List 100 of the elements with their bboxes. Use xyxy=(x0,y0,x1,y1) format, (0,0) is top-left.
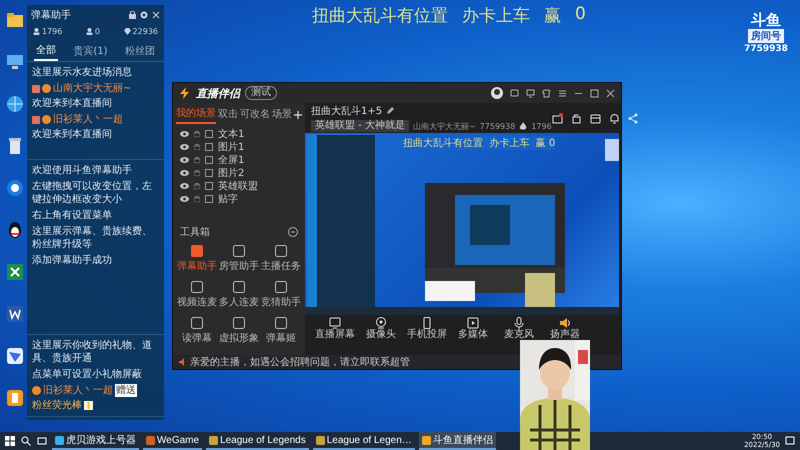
category-tag[interactable]: 英雄联盟 - 大神就是 xyxy=(311,120,409,132)
stream-subtitle: 办卡上车 xyxy=(462,5,530,27)
scene-tab[interactable]: 可改名 xyxy=(240,107,270,123)
tool-button[interactable]: 主播任务 xyxy=(260,243,302,275)
tool-button[interactable]: 读弹幕 xyxy=(176,315,218,347)
control-button[interactable]: 麦克风 xyxy=(497,317,541,340)
settings-icon[interactable] xyxy=(140,11,148,19)
taskbar-item[interactable]: League of Legen… xyxy=(312,432,415,450)
count: 22936 xyxy=(132,27,158,36)
eye-icon[interactable] xyxy=(180,156,189,162)
person-icon xyxy=(33,28,40,35)
source-item[interactable]: 图片1 xyxy=(218,140,244,154)
notice-text: 亲爱的主播，如遇公会招聘问题，请立即联系超管 xyxy=(190,356,410,369)
taskbar-item[interactable]: 虎贝游戏上号器 xyxy=(52,432,139,450)
square-icon xyxy=(191,245,203,257)
taskbar-item[interactable]: WeGame xyxy=(143,432,202,450)
streamer-name: 山南大宇大无丽~ xyxy=(412,120,476,132)
shirt-icon[interactable] xyxy=(542,88,551,98)
close-icon[interactable] xyxy=(606,88,615,98)
square-icon xyxy=(233,245,245,257)
square-icon xyxy=(275,281,287,293)
minus-circle-icon[interactable] xyxy=(288,227,298,237)
tab[interactable]: 全部 xyxy=(34,41,58,61)
task-view-icon[interactable] xyxy=(37,436,47,446)
eye-icon[interactable] xyxy=(180,170,189,176)
logo-text: 斗鱼 xyxy=(751,12,781,29)
eye-icon[interactable] xyxy=(180,196,189,202)
app-icon xyxy=(55,436,64,444)
count: 0 xyxy=(94,27,100,36)
source-item[interactable]: 英雄联盟 xyxy=(218,178,258,192)
eye-icon[interactable] xyxy=(180,144,189,150)
tool-button[interactable]: 虚拟形象 xyxy=(218,315,260,347)
close-icon[interactable] xyxy=(152,11,160,19)
message-text: 这里展示你收到的礼物、道具、贵族开通 xyxy=(32,339,153,365)
message-text: 添加弹幕助手成功 xyxy=(32,254,113,267)
message-text: 欢迎来到本直播间 xyxy=(32,128,112,141)
folder-icon xyxy=(5,10,25,30)
tool-button[interactable]: 弹幕助手 xyxy=(176,243,218,275)
message-text: 点菜单可设置小礼物屏蔽 xyxy=(32,368,143,381)
computer-icon xyxy=(5,52,25,72)
search-icon[interactable] xyxy=(21,436,31,446)
tool-button[interactable]: 弹幕姬 xyxy=(260,315,302,347)
source-item[interactable]: 图片2 xyxy=(218,166,244,180)
eye-icon[interactable] xyxy=(180,182,189,188)
gift-icon xyxy=(84,401,93,410)
bell-icon[interactable] xyxy=(608,112,620,124)
scene-tab[interactable]: 场景 xyxy=(272,107,292,123)
square-icon xyxy=(275,245,287,257)
windows-icon[interactable] xyxy=(5,436,15,446)
scene-tab[interactable]: 我的场景 xyxy=(176,106,216,124)
square-icon xyxy=(275,317,287,329)
mode-button[interactable]: 测试 xyxy=(245,86,277,100)
scene-tab[interactable]: 双击 xyxy=(218,107,238,123)
maximize-icon[interactable] xyxy=(590,88,599,98)
message-text: 右上角有设置菜单 xyxy=(32,209,113,222)
source-item[interactable]: 贴字 xyxy=(218,192,238,206)
avatar-icon[interactable] xyxy=(491,87,503,99)
control-button[interactable]: 扬声器 xyxy=(543,317,587,340)
source-item[interactable]: 文本1 xyxy=(218,126,244,140)
preview-title: 扭曲大乱斗有位置 办卡上车 赢 0 xyxy=(403,136,556,150)
lock-icon[interactable] xyxy=(129,11,136,19)
app-logo: 直播伴侣 xyxy=(196,86,240,100)
follower-count: 1796 xyxy=(531,122,552,130)
tool-button[interactable]: 多人连麦 xyxy=(218,279,260,311)
phone-icon xyxy=(421,317,433,329)
share-icon[interactable] xyxy=(628,112,639,124)
box-icon[interactable] xyxy=(590,112,601,124)
square-icon xyxy=(233,317,245,329)
add-icon[interactable] xyxy=(294,111,302,119)
message-text: 这里展示弹幕、贵族续费、粉丝牌升级等 xyxy=(32,225,153,251)
taskbar-item[interactable]: League of Legends xyxy=(206,432,309,450)
avatar-icon xyxy=(42,84,51,93)
menu-icon[interactable] xyxy=(558,88,567,98)
app-icon xyxy=(422,436,431,444)
tool-button[interactable]: 视频连麦 xyxy=(176,279,218,311)
lock-icon[interactable] xyxy=(570,112,582,124)
count: 1796 xyxy=(42,27,62,36)
document-icon xyxy=(5,304,25,324)
level-badge-icon xyxy=(32,84,40,92)
square-icon xyxy=(233,281,245,293)
tab[interactable]: 贵宾(1) xyxy=(71,41,110,61)
taskbar-item[interactable]: 斗鱼直播伴侣 xyxy=(418,432,496,450)
control-button[interactable]: 直播屏幕 xyxy=(313,317,357,340)
control-button[interactable]: 摄像头 xyxy=(359,317,403,340)
monitor-icon[interactable] xyxy=(526,88,535,98)
pencil-icon[interactable] xyxy=(386,107,394,115)
speaker-icon xyxy=(179,358,187,366)
message-text: 左键拖拽可以改变位置，左键拉伸边框改变大小 xyxy=(32,180,153,206)
tab[interactable]: 粉丝团 xyxy=(123,41,158,61)
message-text: 欢迎来到本直播间 xyxy=(32,97,112,110)
tool-button[interactable]: 房管助手 xyxy=(218,243,260,275)
tool-button[interactable]: 竞猜助手 xyxy=(260,279,302,311)
message-text: 这里展示水友进场消息 xyxy=(32,66,133,79)
room-label: 房间号 xyxy=(748,29,784,43)
eye-icon[interactable] xyxy=(180,130,189,136)
gift-icon[interactable] xyxy=(552,112,563,124)
control-button[interactable]: 多媒体 xyxy=(451,317,495,340)
control-button[interactable]: 手机投屏 xyxy=(405,317,449,340)
source-item[interactable]: 全屏1 xyxy=(218,152,244,166)
notification-icon[interactable] xyxy=(785,436,795,446)
